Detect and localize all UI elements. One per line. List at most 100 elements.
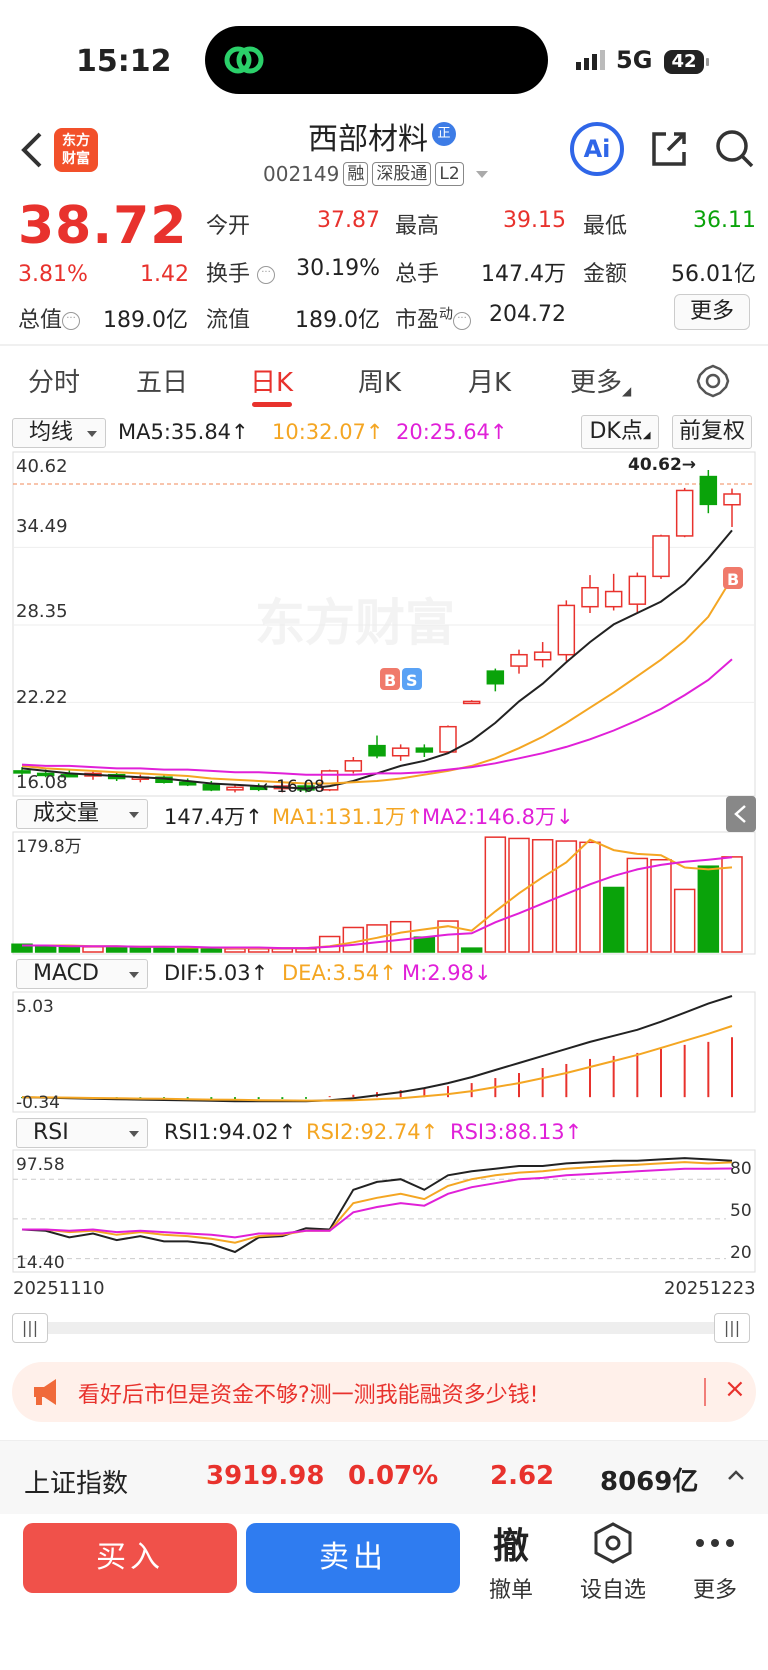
volume-bar: [200, 947, 223, 953]
more-dots-icon: [670, 1520, 760, 1566]
collapse-panel-button[interactable]: [726, 796, 756, 832]
candle-body: [628, 575, 647, 605]
more-actions-label: 更多: [692, 1578, 737, 1603]
rsi-bottom-label: 14.40: [16, 1253, 65, 1273]
info-icon[interactable]: ···: [453, 312, 472, 330]
volume-bar: [484, 836, 507, 953]
adjust-mode-button[interactable]: 前复权: [672, 415, 752, 449]
pe-value: 204.72: [489, 302, 566, 327]
stock-code: 002149: [263, 162, 340, 186]
turnover-value: 30.19%: [296, 256, 380, 281]
volume-bar: [413, 936, 436, 953]
kline-chart[interactable]: 东方财富 40.62 34.49 28.35 22.22 16.08 40.62…: [0, 448, 768, 1308]
info-icon[interactable]: ···: [257, 266, 276, 284]
mktcap-value: 189.0亿: [103, 308, 188, 333]
chevron-down-icon: [475, 170, 488, 178]
change-percent: 3.81%: [18, 262, 88, 287]
candle-body: [723, 493, 741, 506]
legend-ma5: MA5:35.84↑: [118, 420, 249, 444]
tab-five-day[interactable]: 五日: [136, 362, 188, 399]
chart-range-slider[interactable]: [20, 1322, 748, 1334]
dynamic-island: [205, 26, 548, 94]
volume-bar: [176, 947, 199, 953]
cancel-order-icon: 撤: [492, 1526, 529, 1567]
divider: [0, 344, 768, 346]
rsi-level-80: 80: [730, 1159, 752, 1179]
cancel-order-button[interactable]: 撤 撤单: [466, 1520, 556, 1604]
add-watchlist-button[interactable]: 设自选: [568, 1520, 658, 1604]
ai-assistant-button[interactable]: Ai: [570, 122, 624, 176]
macd-dif-line: [21, 995, 733, 1103]
more-actions-button[interactable]: 更多: [670, 1520, 760, 1604]
promo-banner[interactable]: 看好后市但是资金不够?测一测我能融资多少钱! ×: [12, 1362, 756, 1422]
macd-dea-line: [21, 1025, 733, 1102]
sell-button[interactable]: 卖出: [246, 1523, 460, 1593]
candle-body: [462, 700, 481, 705]
min-price-marker: ←16.08: [262, 777, 325, 797]
candle-body: [368, 744, 386, 757]
range-handle-right[interactable]: |||: [714, 1313, 750, 1343]
tag-margin: 融: [343, 162, 369, 186]
high-label: 最高: [395, 214, 440, 239]
active-tab-indicator: [252, 402, 292, 407]
volume-max-label: 179.8万: [16, 837, 82, 857]
candle-body: [344, 760, 363, 772]
candle-body: [391, 747, 410, 757]
stock-name: 西部材料: [308, 122, 428, 157]
buy-marker-label: B: [384, 671, 396, 690]
tab-monthly-k[interactable]: 月K: [468, 362, 511, 399]
info-icon[interactable]: ···: [62, 312, 81, 330]
share-icon[interactable]: [648, 128, 690, 170]
candle-body: [652, 535, 670, 578]
battery-icon: 42: [664, 50, 709, 74]
tab-daily-k[interactable]: 日K: [250, 362, 293, 399]
search-icon[interactable]: [714, 128, 756, 170]
dk-point-button[interactable]: DK点◢: [581, 415, 659, 449]
current-price: 38.72: [18, 196, 188, 256]
volume-bar: [460, 947, 483, 953]
volume-bar: [247, 948, 270, 953]
volume-value: 147.4万: [481, 262, 566, 287]
volume-bar: [271, 948, 294, 953]
candle-body: [675, 489, 694, 537]
index-change-percent: 0.07%: [348, 1461, 439, 1491]
float-label: 流值: [206, 308, 251, 333]
volume-bar: [697, 865, 720, 953]
hexagon-icon: [568, 1520, 658, 1566]
legend-ma10: 10:32.07↑: [272, 420, 384, 444]
volume-bar: [602, 886, 625, 953]
gear-icon[interactable]: [696, 364, 730, 398]
index-value: 3919.98: [206, 1461, 325, 1491]
candle-body: [557, 604, 576, 656]
rsi-top-label: 97.58: [16, 1155, 65, 1175]
open-label: 今开: [206, 214, 251, 239]
chevron-up-icon[interactable]: [726, 1467, 746, 1483]
candle-body: [533, 651, 552, 661]
candle-body: [178, 781, 197, 786]
megaphone-icon: [34, 1379, 56, 1405]
candle-body: [202, 784, 221, 791]
buy-marker-latest-label: B: [727, 570, 739, 589]
macd-bottom-label: -0.34: [16, 1093, 60, 1113]
volume-bar: [531, 838, 554, 953]
price-tick-bottom: 16.08: [16, 772, 68, 793]
more-quote-button[interactable]: 更多: [674, 294, 750, 330]
status-bar: 15:12 5G 42: [0, 0, 768, 120]
price-tick-3: 28.35: [16, 601, 68, 622]
volume-bar: [224, 948, 246, 953]
sell-marker-label: S: [406, 671, 418, 690]
date-end: 20251223: [664, 1278, 756, 1299]
candle-body: [486, 670, 505, 685]
back-arrow-icon[interactable]: [14, 128, 54, 172]
market-index-bar[interactable]: 上证指数 3919.98 0.07% 2.62 8069亿: [0, 1440, 768, 1514]
stock-code-row[interactable]: 002149 融 深股通 L2: [263, 160, 488, 188]
tab-more[interactable]: 更多◢: [570, 362, 631, 399]
range-handle-left[interactable]: |||: [12, 1313, 48, 1343]
index-name: 上证指数: [24, 1469, 129, 1499]
tab-weekly-k[interactable]: 周K: [358, 362, 401, 399]
indicator-select-ma[interactable]: 均线: [12, 418, 106, 448]
close-icon[interactable]: ×: [724, 1374, 746, 1404]
buy-button[interactable]: 买入: [23, 1523, 237, 1593]
volume-bar: [105, 946, 128, 953]
tab-intraday[interactable]: 分时: [28, 362, 80, 399]
